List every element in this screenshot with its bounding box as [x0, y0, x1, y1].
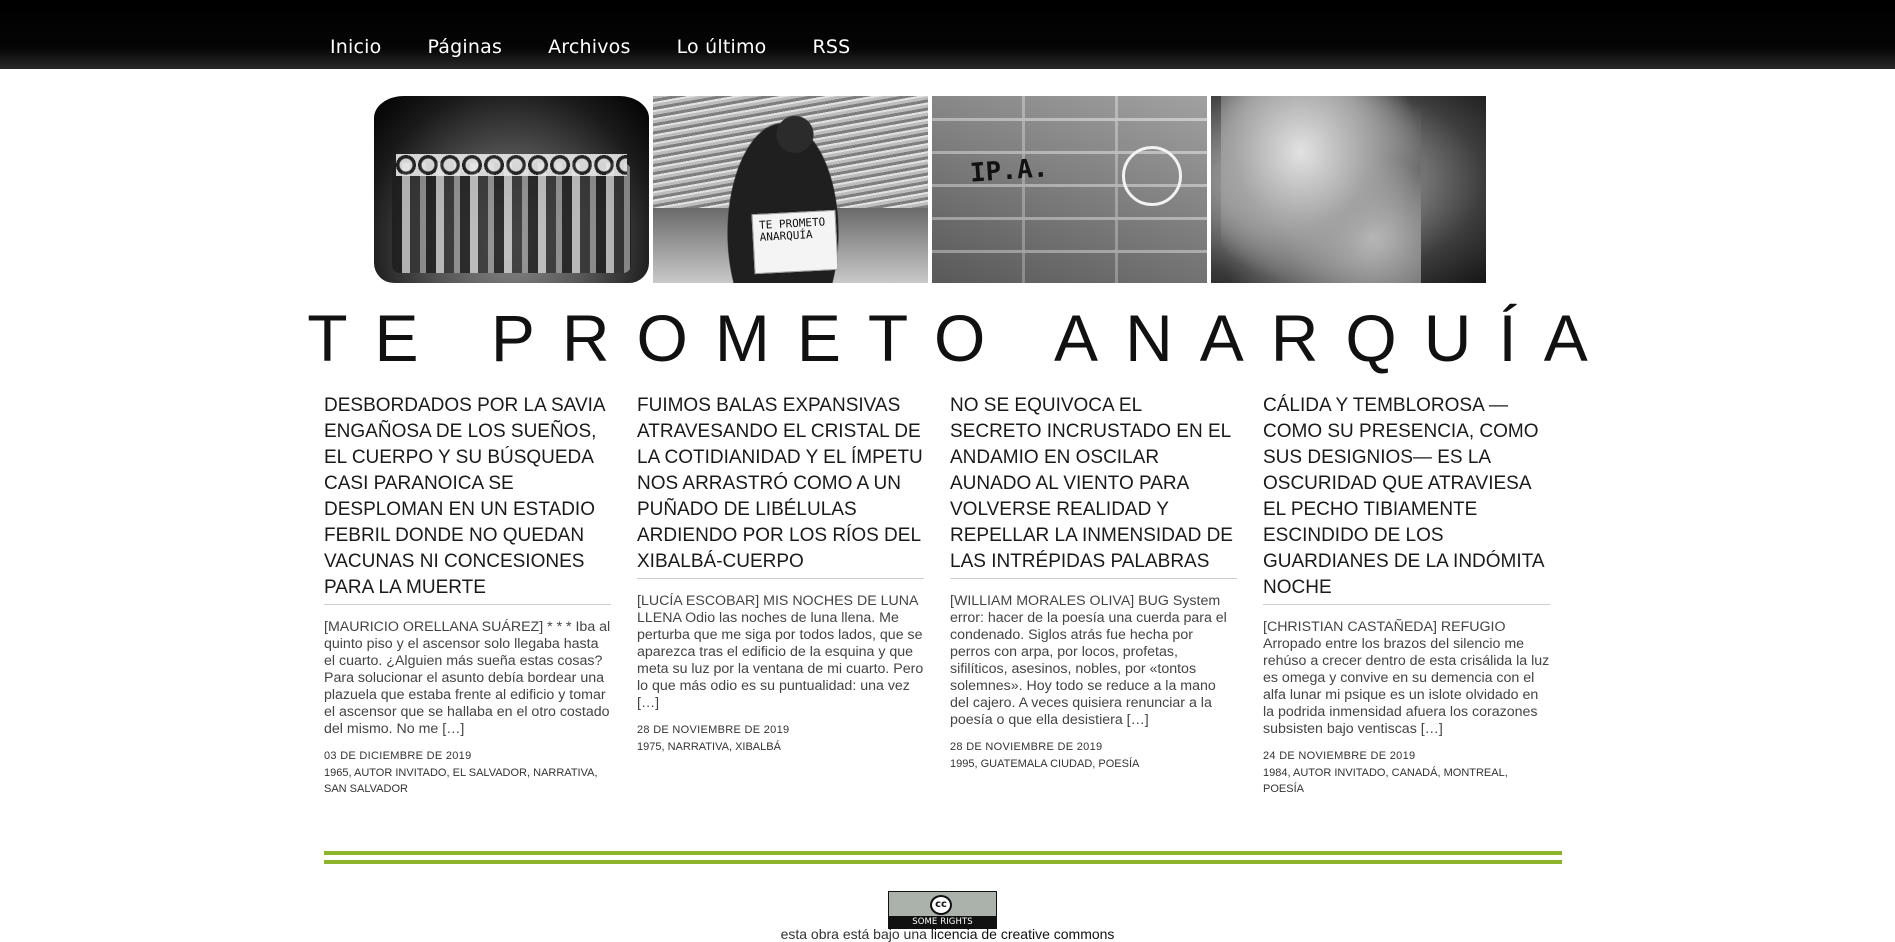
tag-link[interactable]: NARRATIVA — [668, 741, 729, 753]
banner-photo-graffiti-wall: IP.A. — [932, 96, 1207, 283]
nav-inicio[interactable]: Inicio — [330, 36, 381, 58]
post-list: Desbordados por la savia engañosa de los… — [324, 393, 1550, 797]
post-excerpt: [CHRISTIAN CASTAÑEDA] REFUGIO Arropado e… — [1263, 619, 1550, 738]
post-date: 28 DE NOVIEMBRE DE 2019 — [950, 741, 1103, 753]
post-excerpt: [MAURICIO ORELLANA SUÁREZ] * * * Iba al … — [324, 619, 611, 738]
header-banner: TE PROMETO ANARQUÍA IP.A. — [374, 96, 1486, 283]
site-title[interactable]: TE PROMETO ANARQUÍA — [0, 298, 1895, 378]
creative-commons-badge[interactable]: cc SOME RIGHTS RESERVED — [888, 891, 997, 939]
post-excerpt: [WILLIAM MORALES OLIVA] BUG System error… — [950, 593, 1237, 729]
post-card: No se equivoca el secreto incrustado en … — [950, 393, 1237, 797]
tag-link[interactable]: POESÍA — [1263, 783, 1304, 795]
photo-sign: TE PROMETO ANARQUÍA — [751, 209, 839, 275]
photo-graffiti: IP.A. — [969, 153, 1050, 189]
post-card: Cálida y temblorosa —como su presencia, … — [1263, 393, 1550, 797]
post-tags: 1984, AUTOR INVITADO, CANADÁ, MONTREAL, P… — [1263, 767, 1508, 795]
tag-link[interactable]: XIBALBÁ — [735, 741, 781, 753]
banner-photo-group-portrait — [374, 96, 649, 283]
tag-link[interactable]: 1995 — [950, 758, 974, 770]
read-more-link[interactable]: […] — [442, 721, 464, 737]
post-excerpt-text: [LUCÍA ESCOBAR] MIS NOCHES DE LUNA LLENA… — [637, 593, 924, 694]
post-tags: 1975, NARRATIVA, XIBALBÁ — [637, 741, 781, 753]
post-excerpt-text: [WILLIAM MORALES OLIVA] BUG System error… — [950, 593, 1227, 728]
top-nav-bar: Inicio Páginas Archivos Lo último RSS — [0, 0, 1895, 69]
tag-link[interactable]: POESÍA — [1098, 758, 1139, 770]
banner-photo-sign-holder: TE PROMETO ANARQUÍA — [653, 96, 928, 283]
nav-lo-ultimo[interactable]: Lo último — [677, 36, 767, 58]
main-nav: Inicio Páginas Archivos Lo último RSS — [330, 36, 850, 58]
tag-link[interactable]: AUTOR INVITADO — [354, 767, 447, 779]
post-date: 03 DE DICIEMBRE DE 2019 — [324, 750, 472, 762]
license-notice: esta obra está bajo una licencia de crea… — [0, 926, 1895, 942]
post-tags: 1965, AUTOR INVITADO, EL SALVADOR, NARRA… — [324, 767, 598, 795]
photo-sculpture-shape — [1221, 96, 1421, 283]
nav-paginas[interactable]: Páginas — [427, 36, 502, 58]
post-title[interactable]: Cálida y temblorosa —como su presencia, … — [1263, 393, 1550, 605]
nav-archivos[interactable]: Archivos — [548, 36, 631, 58]
tag-link[interactable]: MONTREAL — [1444, 767, 1505, 779]
post-excerpt: [LUCÍA ESCOBAR] MIS NOCHES DE LUNA LLENA… — [637, 593, 924, 712]
post-tags: 1995, GUATEMALA CIUDAD, POESÍA — [950, 758, 1140, 770]
footer-divider — [324, 860, 1562, 864]
photo-graffiti-circle — [1122, 146, 1182, 206]
tag-link[interactable]: SAN SALVADOR — [324, 783, 408, 795]
tag-link[interactable]: EL SALVADOR — [453, 767, 527, 779]
nav-rss[interactable]: RSS — [813, 36, 851, 58]
post-excerpt-text: [CHRISTIAN CASTAÑEDA] REFUGIO Arropado e… — [1263, 619, 1550, 737]
post-excerpt-text: [MAURICIO ORELLANA SUÁREZ] * * * Iba al … — [324, 619, 611, 737]
tag-link[interactable]: 1984 — [1263, 767, 1287, 779]
tag-link[interactable]: 1975 — [637, 741, 661, 753]
footer-divider — [324, 851, 1562, 855]
photo-heads-shape — [396, 154, 627, 176]
cc-icon: cc — [930, 895, 952, 915]
read-more-link[interactable]: […] — [1127, 712, 1149, 728]
banner-photo-sculpture — [1211, 96, 1486, 283]
license-prefix: esta obra está bajo una — [780, 926, 931, 942]
photo-people-shape — [392, 163, 631, 273]
post-date: 28 DE NOVIEMBRE DE 2019 — [637, 724, 790, 736]
post-title[interactable]: No se equivoca el secreto incrustado en … — [950, 393, 1237, 579]
tag-link[interactable]: NARRATIVA — [533, 767, 594, 779]
post-card: Fuimos balas expansivas atravesando el c… — [637, 393, 924, 797]
tag-link[interactable]: 1965 — [324, 767, 348, 779]
read-more-link[interactable]: […] — [637, 695, 659, 711]
post-date: 24 DE NOVIEMBRE DE 2019 — [1263, 750, 1416, 762]
tag-link[interactable]: AUTOR INVITADO — [1293, 767, 1386, 779]
tag-link[interactable]: CANADÁ — [1392, 767, 1438, 779]
license-link[interactable]: licencia de creative commons — [931, 926, 1115, 942]
post-title[interactable]: Fuimos balas expansivas atravesando el c… — [637, 393, 924, 579]
post-card: Desbordados por la savia engañosa de los… — [324, 393, 611, 797]
read-more-link[interactable]: […] — [1421, 721, 1443, 737]
tag-link[interactable]: GUATEMALA CIUDAD — [981, 758, 1093, 770]
post-title[interactable]: Desbordados por la savia engañosa de los… — [324, 393, 611, 605]
